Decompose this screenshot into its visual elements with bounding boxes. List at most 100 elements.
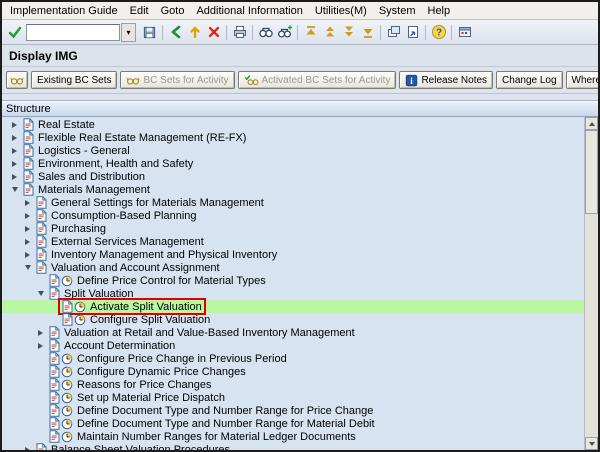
change-log-button[interactable]: Change Log — [496, 71, 563, 89]
menu-item-utilities-m[interactable]: Utilities(M) — [309, 5, 373, 17]
tree-item-environment-health-and-safety[interactable]: Environment, Health and Safety — [2, 157, 585, 170]
img-doc-icon — [49, 417, 60, 430]
button-label: Existing BC Sets — [37, 74, 112, 86]
tree-item-reasons-for-price-changes[interactable]: Reasons for Price Changes — [2, 378, 585, 391]
tree-item-logistics-general[interactable]: Logistics - General — [2, 144, 585, 157]
menu-item-additional-information[interactable]: Additional Information — [190, 5, 308, 17]
img-doc-icon — [23, 144, 34, 157]
tree-item-configure-price-change-in-previous-period[interactable]: Configure Price Change in Previous Perio… — [2, 352, 585, 365]
expand-icon[interactable] — [21, 226, 34, 232]
menu-item-system[interactable]: System — [373, 5, 422, 17]
expand-icon[interactable] — [8, 161, 21, 167]
img-doc-icon — [36, 443, 47, 450]
where-else-used-button[interactable]: Where Else Used — [565, 71, 598, 89]
first-page-icon[interactable] — [301, 23, 320, 42]
menu-item-edit[interactable]: Edit — [124, 5, 155, 17]
tree-item-label: Environment, Health and Safety — [38, 157, 194, 170]
last-page-icon[interactable] — [358, 23, 377, 42]
tree-item-define-document-type-and-number-range-for-material-debit[interactable]: Define Document Type and Number Range fo… — [2, 417, 585, 430]
menu-item-help[interactable]: Help — [422, 5, 457, 17]
prev-page-icon[interactable] — [320, 23, 339, 42]
tree-item-activate-split-valuation[interactable]: Activate Split Valuation — [2, 298, 585, 315]
tree-item-external-services-management[interactable]: External Services Management — [2, 235, 585, 248]
expand-icon[interactable] — [8, 135, 21, 141]
structure-label: Structure — [6, 103, 51, 115]
expand-icon[interactable] — [8, 174, 21, 180]
tree-item-content: Maintain Number Ranges for Material Ledg… — [47, 430, 358, 443]
tree-item-valuation-at-retail-and-value-based-inventory-management[interactable]: Valuation at Retail and Value-Based Inve… — [2, 326, 585, 339]
tree-item-split-valuation[interactable]: Split Valuation — [2, 287, 585, 300]
command-field[interactable] — [26, 23, 120, 41]
tree-item-define-document-type-and-number-range-for-price-change[interactable]: Define Document Type and Number Range fo… — [2, 404, 585, 417]
tree-item-general-settings-for-materials-management[interactable]: General Settings for Materials Managemen… — [2, 196, 585, 209]
exit-icon[interactable] — [185, 23, 204, 42]
tree-item-define-price-control-for-material-types[interactable]: Define Price Control for Material Types — [2, 274, 585, 287]
tree-item-purchasing[interactable]: Purchasing — [2, 222, 585, 235]
shortcut-icon[interactable] — [403, 23, 422, 42]
scroll-down-button[interactable] — [585, 437, 598, 450]
command-field-dropdown-icon[interactable]: ▾ — [121, 22, 136, 42]
activity-clock-icon — [61, 353, 73, 365]
tree-item-configure-dynamic-price-changes[interactable]: Configure Dynamic Price Changes — [2, 365, 585, 378]
tree-item-materials-management[interactable]: Materials Management — [2, 183, 585, 196]
collapse-icon[interactable] — [34, 291, 47, 296]
tree-item-label: General Settings for Materials Managemen… — [51, 196, 264, 209]
tree-item-label: Valuation at Retail and Value-Based Inve… — [64, 326, 355, 339]
tree-item-real-estate[interactable]: Real Estate — [2, 118, 585, 131]
help-icon[interactable]: ? — [429, 23, 448, 42]
tree-item-label: Define Document Type and Number Range fo… — [77, 404, 374, 417]
expand-icon[interactable] — [8, 148, 21, 154]
expand-icon[interactable] — [34, 343, 47, 349]
scrollbar-thumb[interactable] — [585, 130, 598, 214]
glasses-icon-button[interactable] — [6, 71, 28, 89]
customize-icon[interactable] — [455, 23, 474, 42]
tree-item-account-determination[interactable]: Account Determination — [2, 339, 585, 352]
save-icon[interactable] — [140, 23, 159, 42]
img-doc-icon — [49, 352, 60, 365]
menu-item-implementation-guide[interactable]: Implementation Guide — [4, 5, 124, 17]
expand-icon[interactable] — [21, 252, 34, 258]
tree-item-valuation-and-account-assignment[interactable]: Valuation and Account Assignment — [2, 261, 585, 274]
tree-item-configure-split-valuation[interactable]: Configure Split Valuation — [2, 313, 585, 326]
tree-item-content: Balance Sheet Valuation Procedures — [34, 443, 232, 450]
vertical-scrollbar[interactable] — [584, 117, 598, 450]
expand-icon[interactable] — [21, 239, 34, 245]
standard-toolbar: ▾? — [2, 20, 598, 45]
enter-icon[interactable] — [5, 23, 24, 42]
collapse-icon[interactable] — [21, 265, 34, 270]
print-icon[interactable] — [230, 23, 249, 42]
tree-item-sales-and-distribution[interactable]: Sales and Distribution — [2, 170, 585, 183]
tree-item-label: Account Determination — [64, 339, 176, 352]
tree-item-inventory-management-and-physical-inventory[interactable]: Inventory Management and Physical Invent… — [2, 248, 585, 261]
back-icon[interactable] — [166, 23, 185, 42]
img-doc-icon — [49, 404, 60, 417]
menu-item-goto[interactable]: Goto — [155, 5, 191, 17]
tree-item-label: Configure Split Valuation — [90, 313, 211, 326]
find-icon[interactable] — [256, 23, 275, 42]
next-page-icon[interactable] — [339, 23, 358, 42]
tree-item-consumption-based-planning[interactable]: Consumption-Based Planning — [2, 209, 585, 222]
expand-icon[interactable] — [8, 122, 21, 128]
expand-icon[interactable] — [21, 447, 34, 451]
expand-icon[interactable] — [34, 330, 47, 336]
img-doc-icon — [36, 248, 47, 261]
tree-item-maintain-number-ranges-for-material-ledger-documents[interactable]: Maintain Number Ranges for Material Ledg… — [2, 430, 585, 443]
tree-item-balance-sheet-valuation-procedures[interactable]: Balance Sheet Valuation Procedures — [2, 443, 585, 450]
scroll-up-button[interactable] — [585, 117, 598, 130]
release-notes-button[interactable]: i Release Notes — [399, 71, 494, 89]
activity-clock-icon — [61, 405, 73, 417]
expand-icon[interactable] — [21, 213, 34, 219]
collapse-icon[interactable] — [8, 187, 21, 192]
tree-item-content: Consumption-Based Planning — [34, 209, 199, 222]
tree-item-flexible-real-estate-management-re-fx[interactable]: Flexible Real Estate Management (RE-FX) — [2, 131, 585, 144]
tree-item-set-up-material-price-dispatch[interactable]: Set up Material Price Dispatch — [2, 391, 585, 404]
tree-item-label: Inventory Management and Physical Invent… — [51, 248, 278, 261]
new-session-icon[interactable] — [384, 23, 403, 42]
tree-item-content: Environment, Health and Safety — [21, 157, 195, 170]
existing-bc-sets-button[interactable]: Existing BC Sets — [31, 71, 118, 89]
cancel-icon[interactable] — [204, 23, 223, 42]
expand-icon[interactable] — [21, 200, 34, 206]
tree-item-content: Split Valuation — [47, 287, 136, 300]
tree-item-label: Configure Dynamic Price Changes — [77, 365, 246, 378]
find-next-icon[interactable] — [275, 23, 294, 42]
